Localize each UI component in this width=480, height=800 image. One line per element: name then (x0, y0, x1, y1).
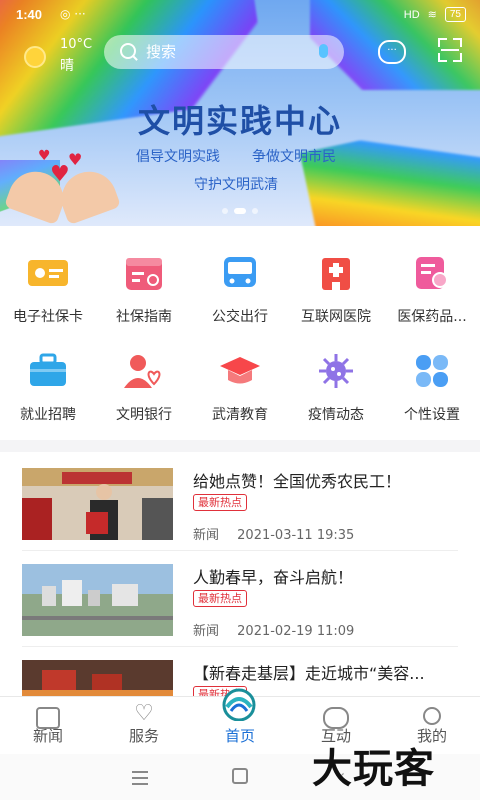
service-label: 电子社保卡 (13, 309, 83, 325)
watermark: 大玩客 (312, 745, 435, 792)
tab-label: 新闻 (32, 727, 63, 745)
service-internet-hospital[interactable]: 互联网医院 (288, 254, 384, 326)
briefcase-icon (26, 352, 70, 390)
service-civilization-bank[interactable]: 文明银行 (96, 352, 192, 424)
news-title: 给她点赞！全国优秀农民工！ (193, 472, 402, 491)
service-label: 个性设置 (404, 407, 460, 423)
service-bus-travel[interactable]: 公交出行 (192, 254, 288, 326)
hands-heart-illustration: ♥ ♥ ♥ (3, 142, 122, 226)
news-title: 人勤春早，奋斗启航！ (193, 568, 354, 587)
news-title: 【新春走基层】走近城市“美容... (193, 664, 425, 683)
news-date: 2021-02-19 11:09 (237, 624, 355, 639)
profile-icon (423, 707, 441, 725)
heart-icon: ♡ (134, 701, 154, 726)
service-wuqing-education[interactable]: 武清教育 (192, 352, 288, 424)
medicine-search-icon (410, 254, 454, 292)
news-thumbnail (22, 468, 173, 540)
news-source: 新闻 (193, 624, 220, 639)
search-icon (120, 43, 136, 59)
news-meta: 新闻 2021-02-19 11:09 (193, 620, 354, 639)
carousel-dot-active (234, 208, 246, 214)
service-label: 互联网医院 (301, 309, 371, 325)
service-label: 就业招聘 (20, 407, 76, 423)
bus-icon (218, 254, 262, 292)
tab-home[interactable]: 首页 (192, 688, 288, 755)
tab-services[interactable]: ♡ 服务 (96, 697, 192, 755)
scan-button[interactable] (438, 38, 462, 62)
clover-settings-icon (410, 352, 454, 390)
news-thumbnail (22, 660, 173, 696)
tab-news[interactable]: 新闻 (0, 697, 96, 755)
scan-icon (438, 38, 447, 47)
microphone-icon[interactable] (319, 44, 328, 58)
weather-condition: 晴 (60, 58, 74, 74)
service-label: 医保药品... (397, 309, 467, 325)
news-date: 2021-03-11 19:35 (237, 528, 355, 543)
news-hot-badge: 最新热点 (193, 494, 247, 511)
service-label: 武清教育 (212, 407, 268, 423)
news-item[interactable]: 给她点赞！全国优秀农民工！ 最新热点 新闻 2021-03-11 19:35 (0, 452, 480, 548)
banner-title: 文明实践中心 (137, 102, 342, 140)
sun-icon (24, 46, 46, 68)
service-insurance-guide[interactable]: 社保指南 (96, 254, 192, 326)
weather-temperature: 10°C (60, 37, 93, 52)
banner-slogan: 守护文明武清 (194, 177, 278, 193)
service-label: 社保指南 (116, 309, 172, 325)
banner-slogan: 争做文明市民 (252, 149, 336, 165)
hospital-icon (314, 254, 358, 292)
scan-icon (453, 53, 462, 62)
battery-icon: 75 (444, 7, 466, 22)
banner-slogan: 倡导文明实践 (136, 149, 220, 165)
tab-label: 首页 (224, 727, 255, 745)
calendar-guide-icon (122, 254, 166, 292)
user-heart-icon (122, 352, 166, 390)
service-label: 公交出行 (212, 309, 268, 325)
status-time: 1:40 (16, 7, 43, 22)
service-grid: 电子社保卡 社保指南 公交出行 互联网医院 医保药品... 就业招聘 文明银行 … (0, 226, 480, 440)
hero-banner[interactable]: 1:40 ◎ ··· HD ≋ 75 10°C 晴 ··· ♥ ♥ ♥ 文明实践… (0, 0, 480, 226)
service-personal-settings[interactable]: 个性设置 (384, 352, 480, 424)
service-epidemic-updates[interactable]: 疫情动态 (288, 352, 384, 424)
news-item[interactable]: 人勤春早，奋斗启航！ 最新热点 新闻 2021-02-19 11:09 (0, 548, 480, 644)
home-icon[interactable] (232, 768, 248, 784)
signal-icon: HD (403, 8, 420, 21)
service-label: 疫情动态 (308, 407, 364, 423)
virus-icon (314, 352, 358, 390)
service-medicine-insurance[interactable]: 医保药品... (384, 254, 480, 326)
carousel-indicator (222, 208, 258, 214)
carousel-dot (252, 208, 258, 214)
news-list: 给她点赞！全国优秀农民工！ 最新热点 新闻 2021-03-11 19:35 人… (0, 452, 480, 696)
status-bar: 1:40 ◎ ··· HD ≋ 75 (0, 0, 480, 30)
scan-icon (453, 38, 462, 47)
news-thumbnail (22, 564, 173, 636)
wifi-icon: ≋ (427, 9, 437, 21)
menu-icon[interactable] (132, 771, 148, 785)
news-source: 新闻 (193, 528, 220, 543)
graduation-cap-icon (218, 352, 262, 390)
scan-icon (438, 53, 447, 62)
search-input[interactable] (144, 42, 298, 62)
tab-label: 服务 (128, 727, 159, 745)
chat-bubble-icon: ··· (387, 45, 397, 56)
carousel-dot (222, 208, 228, 214)
status-notification-icons: ◎ ··· (60, 7, 86, 21)
search-bar[interactable] (104, 35, 344, 69)
service-label: 文明银行 (116, 407, 172, 423)
message-button[interactable]: ··· (378, 40, 406, 64)
news-meta: 新闻 2021-03-11 19:35 (193, 524, 354, 543)
news-hot-badge: 最新热点 (193, 590, 247, 607)
service-job-recruitment[interactable]: 就业招聘 (0, 352, 96, 424)
id-card-icon (26, 254, 70, 292)
scan-line (441, 49, 459, 51)
service-social-security-card[interactable]: 电子社保卡 (0, 254, 96, 326)
home-logo-icon (222, 688, 256, 721)
